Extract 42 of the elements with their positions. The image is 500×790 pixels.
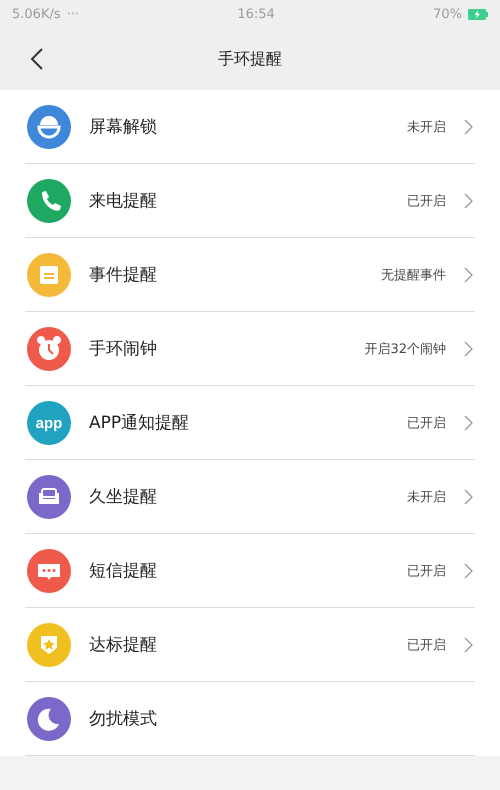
row-label: 屏幕解锁 [89,116,158,138]
settings-row[interactable]: 久坐提醒 未开启 [25,460,475,534]
chevron-icon [464,562,473,578]
settings-row[interactable]: 事件提醒 无提醒事件 [25,238,475,312]
settings-row[interactable]: app APP通知提醒 已开启 [25,386,475,460]
row-status: 未开启 [407,488,446,506]
app-icon: app [27,400,71,444]
chevron-icon [464,636,473,652]
clock: 16:54 [237,6,275,22]
settings-row[interactable]: 短信提醒 已开启 [25,534,475,608]
row-status: 已开启 [407,192,446,210]
row-label: 来电提醒 [89,190,158,212]
row-status: 已开启 [407,636,446,654]
chevron-icon [464,266,473,282]
row-status: 开启32个闹钟 [364,340,446,358]
battery-level: 70% [433,6,462,22]
back-icon [30,47,44,71]
row-status: 无提醒事件 [381,266,446,284]
settings-row[interactable]: 来电提醒 已开启 [25,164,475,238]
chevron-icon [464,414,473,430]
row-label: 手环闹钟 [89,338,158,360]
settings-row[interactable]: 勿扰模式 [25,682,475,756]
row-label: 勿扰模式 [89,708,158,730]
settings-row[interactable]: 手环闹钟 开启32个闹钟 [25,312,475,386]
row-label: 短信提醒 [89,560,158,582]
row-label: 久坐提醒 [89,486,158,508]
row-status: 已开启 [407,562,446,580]
page-title: 手环提醒 [218,48,282,70]
network-speed: 5.06K/s [12,6,61,22]
chevron-icon [464,488,473,504]
battery-icon [468,8,488,20]
settings-row[interactable]: 屏幕解锁 未开启 [25,90,475,164]
row-label: 事件提醒 [89,264,158,286]
row-label: APP通知提醒 [89,412,190,434]
chevron-icon [464,192,473,208]
row-label: 达标提醒 [89,634,158,656]
row-status: 未开启 [407,118,446,136]
settings-row[interactable]: 达标提醒 已开启 [25,608,475,682]
row-status: 已开启 [407,414,446,432]
chevron-icon [464,340,473,356]
more-dots: ··· [66,6,80,22]
chevron-icon [464,118,473,134]
